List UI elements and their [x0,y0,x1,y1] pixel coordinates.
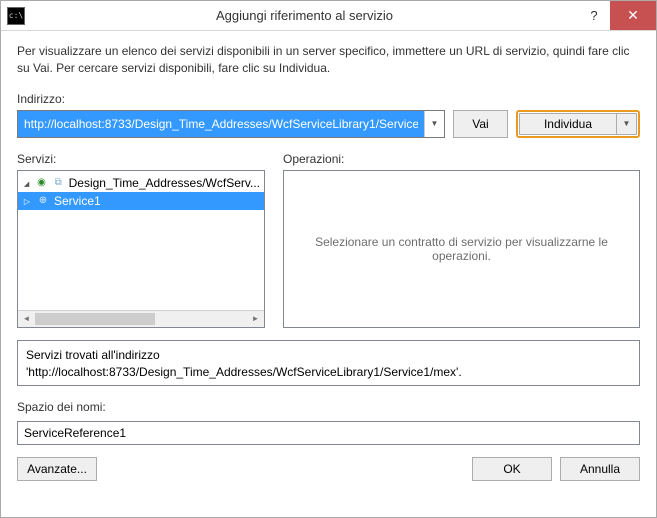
window-title: Aggiungi riferimento al servizio [31,8,578,23]
scroll-left-icon[interactable]: ◄ [18,311,35,327]
ok-button[interactable]: OK [472,457,552,481]
discover-dropdown-icon[interactable]: ▼ [616,114,636,134]
play-icon: ◉ [35,177,48,189]
horizontal-scrollbar[interactable]: ◄ ► [18,310,264,327]
scroll-right-icon[interactable]: ► [247,311,264,327]
tree-item-root[interactable]: ◉ ⧉ Design_Time_Addresses/WcfServ... [22,174,260,192]
address-dropdown-icon[interactable]: ▼ [424,111,444,137]
advanced-button[interactable]: Avanzate... [17,457,97,481]
status-line-1: Servizi trovati all'indirizzo [26,347,631,364]
operations-list: Selezionare un contratto di servizio per… [283,170,640,328]
address-input[interactable] [18,111,424,137]
operations-label: Operazioni: [283,152,640,166]
status-line-2: 'http://localhost:8733/Design_Time_Addre… [26,364,631,381]
help-button[interactable]: ? [578,1,610,30]
service-group-icon: ⧉ [52,177,65,189]
services-label: Servizi: [17,152,265,166]
discover-button[interactable]: Individua [520,114,616,134]
address-combobox[interactable]: ▼ [17,110,445,138]
namespace-input[interactable] [17,421,640,445]
discover-highlight: Individua ▼ [516,110,640,138]
close-button[interactable]: ✕ [610,1,656,30]
scroll-track[interactable] [35,311,247,327]
app-icon: c:\ [7,7,25,25]
service-icon: ⊕ [36,195,50,207]
operations-placeholder: Selezionare un contratto di servizio per… [300,235,623,263]
namespace-label: Spazio dei nomi: [17,400,640,414]
tree-item-service1[interactable]: ⊕ Service1 [18,192,264,210]
expand-icon[interactable] [22,196,32,206]
address-label: Indirizzo: [17,92,640,106]
description-text: Per visualizzare un elenco dei servizi d… [17,43,640,78]
services-tree[interactable]: ◉ ⧉ Design_Time_Addresses/WcfServ... ⊕ S… [17,170,265,328]
titlebar: c:\ Aggiungi riferimento al servizio ? ✕ [1,1,656,31]
status-box: Servizi trovati all'indirizzo 'http://lo… [17,340,640,386]
tree-item-label: Design_Time_Addresses/WcfServ... [69,176,260,190]
scroll-thumb[interactable] [35,313,155,325]
go-button[interactable]: Vai [453,110,508,138]
expand-icon[interactable] [22,178,31,188]
tree-item-label: Service1 [54,194,101,208]
cancel-button[interactable]: Annulla [560,457,640,481]
